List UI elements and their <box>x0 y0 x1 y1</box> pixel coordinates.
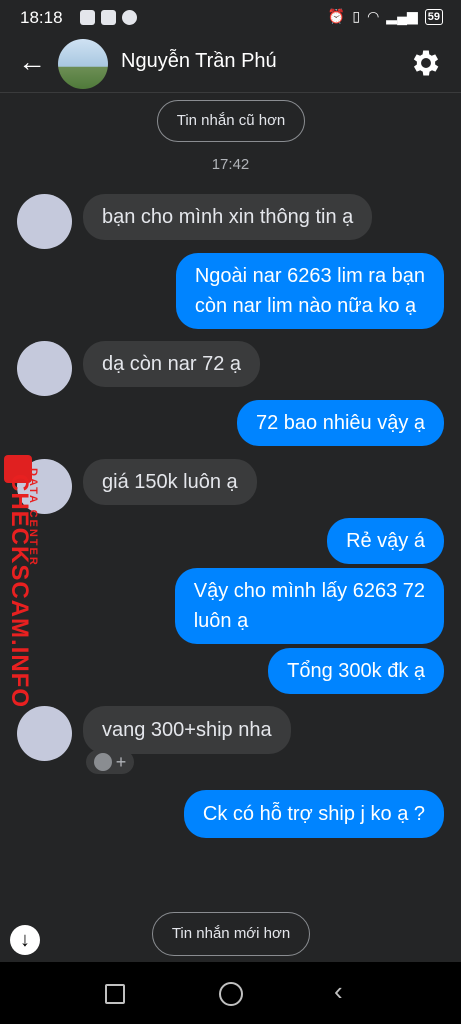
incoming-message[interactable]: dạ còn nar 72 ạ <box>83 341 260 387</box>
wifi-icon: ◠ <box>367 8 380 24</box>
message-text-line: luôn ạ <box>193 610 249 632</box>
add-reaction-button[interactable]: + <box>86 750 134 774</box>
message-text: 72 bao nhiêu vậy ạ <box>255 412 425 434</box>
message-text: vang 300+ship nha <box>102 719 272 741</box>
incoming-message[interactable]: vang 300+ship nha <box>83 706 291 754</box>
outgoing-message[interactable]: Tổng 300k đk ạ <box>268 648 444 694</box>
status-time: 18:18 <box>20 8 63 27</box>
plus-icon: + <box>115 751 127 772</box>
older-messages-button[interactable]: Tin nhắn cũ hơn <box>157 100 305 142</box>
youtube-icon <box>80 10 95 25</box>
back-arrow-icon[interactable]: ← <box>18 48 46 76</box>
sender-avatar[interactable] <box>17 194 72 249</box>
sender-avatar[interactable] <box>17 341 72 396</box>
newer-messages-button[interactable]: Tin nhắn mới hơn <box>152 912 310 956</box>
notification-icons <box>80 10 137 25</box>
message-text: Ck có hỗ trợ ship j ko ạ ? <box>202 803 425 825</box>
message-text-line: còn nar lim nào nữa ko ạ <box>194 295 417 317</box>
recent-apps-icon[interactable] <box>105 984 125 1004</box>
sender-avatar[interactable] <box>17 459 72 514</box>
outgoing-message[interactable]: 72 bao nhiêu vậy ạ <box>236 400 444 446</box>
outgoing-message[interactable]: Vậy cho mình lấy 6263 72 luôn ạ <box>174 568 444 644</box>
home-icon[interactable] <box>219 982 243 1006</box>
vibrate-icon: ▯ <box>352 8 361 24</box>
gear-icon[interactable] <box>409 46 443 80</box>
chat-header: ← Nguyễn Trần Phú <box>0 36 461 93</box>
incoming-message[interactable]: bạn cho mình xin thông tin ạ <box>83 194 373 240</box>
smiley-icon <box>93 753 112 771</box>
message-timestamp: 17:42 <box>211 156 250 173</box>
message-text: dạ còn nar 72 ạ <box>102 353 241 375</box>
sender-avatar[interactable] <box>17 706 72 761</box>
signal-icon: ▂▄▆ <box>386 8 418 24</box>
gallery-icon <box>101 10 116 25</box>
status-bar: 18:18 ⏰ ▯ ◠ ▂▄▆ 59 <box>0 0 461 36</box>
back-icon[interactable]: ‹ <box>334 976 343 1007</box>
status-right: ⏰ ▯ ◠ ▂▄▆ 59 <box>328 8 443 25</box>
battery-indicator: 59 <box>424 8 443 25</box>
message-text: giá 150k luôn ạ <box>102 471 238 493</box>
outgoing-message[interactable]: Rẻ vậy á <box>327 518 444 564</box>
contact-name[interactable]: Nguyễn Trần Phú <box>121 50 277 73</box>
incoming-message[interactable]: giá 150k luôn ạ <box>83 459 257 505</box>
message-text-line: Ngoài nar 6263 lim ra bạn <box>194 265 425 287</box>
system-navigation-bar: ‹ <box>0 962 461 1024</box>
alarm-icon: ⏰ <box>327 8 346 24</box>
messenger-icon <box>122 10 137 25</box>
scroll-down-arrow-icon[interactable]: ↓ <box>10 925 40 955</box>
outgoing-message[interactable]: Ngoài nar 6263 lim ra bạn còn nar lim nà… <box>175 253 444 329</box>
message-text: bạn cho mình xin thông tin ạ <box>102 206 354 228</box>
message-text-line: Vậy cho mình lấy 6263 72 <box>193 580 425 602</box>
contact-avatar[interactable] <box>58 39 108 89</box>
outgoing-message[interactable]: Ck có hỗ trợ ship j ko ạ ? <box>183 790 444 838</box>
message-text: Rẻ vậy á <box>346 530 425 552</box>
message-text: Tổng 300k đk ạ <box>287 660 425 682</box>
